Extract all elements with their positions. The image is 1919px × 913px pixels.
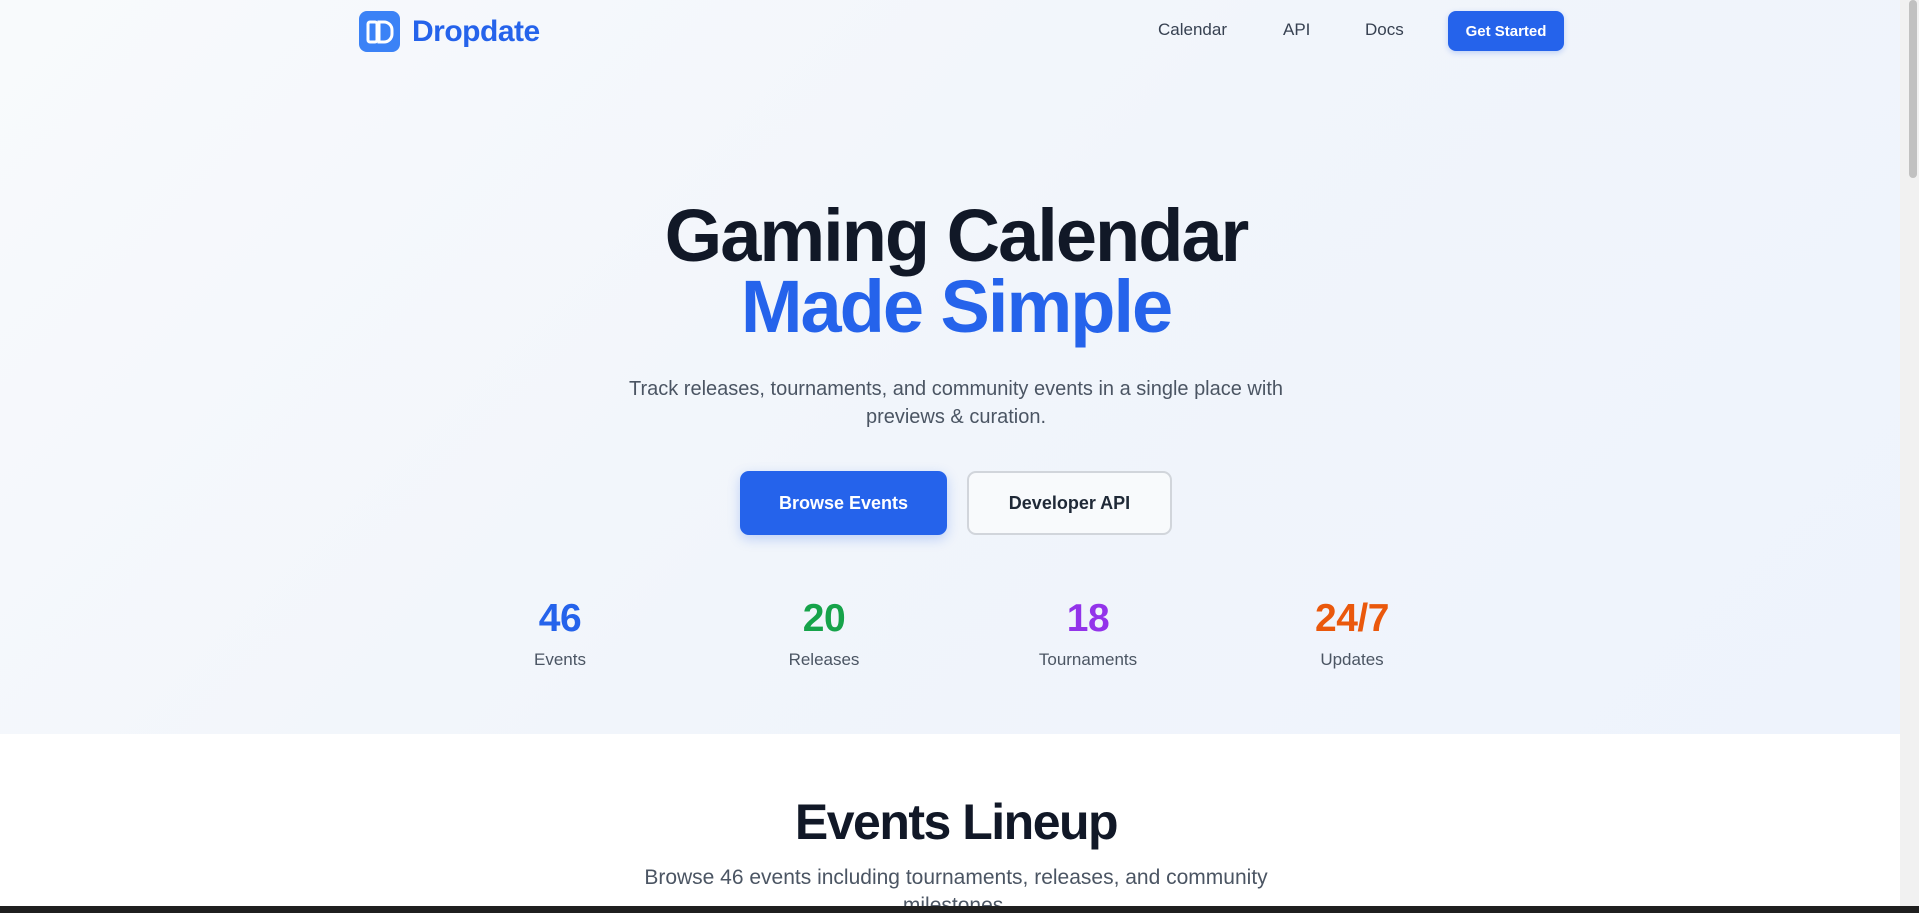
hero-subtitle: Track releases, tournaments, and communi…	[628, 378, 1283, 428]
nav-link-docs[interactable]: Docs	[1365, 20, 1404, 40]
stat-label: Events	[534, 650, 586, 669]
stat-updates: 24/7 Updates	[1262, 596, 1442, 670]
hero-title-highlight: Made Simple	[740, 265, 1173, 348]
browse-events-button[interactable]: Browse Events	[740, 471, 947, 535]
stat-events: 46 Events	[470, 596, 650, 670]
scrollbar-thumb[interactable]	[1909, 0, 1917, 178]
hero-background	[0, 0, 1900, 734]
stat-label: Tournaments	[1038, 650, 1138, 669]
stat-value: 18	[1066, 597, 1110, 640]
stat-label: Updates	[1320, 650, 1384, 669]
events-section-subtitle: Browse 46 events including tournaments, …	[644, 866, 1268, 906]
page: Dropdate Calendar API Docs Get Started G…	[0, 0, 1900, 906]
stat-label: Releases	[788, 650, 860, 669]
top-navigation: Dropdate Calendar API Docs Get Started	[0, 0, 1900, 62]
stat-tournaments: 18 Tournaments	[998, 596, 1178, 670]
dropdate-logo-icon	[359, 11, 400, 52]
stat-value: 24/7	[1315, 597, 1389, 640]
bottom-edge-bar	[0, 906, 1919, 913]
logo-text: Dropdate	[412, 14, 540, 48]
stat-releases: 20 Releases	[734, 596, 914, 670]
stat-value: 46	[538, 597, 582, 640]
events-section-title: Events Lineup	[794, 794, 1119, 850]
stat-value: 20	[802, 597, 846, 640]
logo[interactable]: Dropdate	[359, 11, 540, 52]
developer-api-button[interactable]: Developer API	[967, 471, 1172, 535]
hero-title: Gaming Calendar	[664, 194, 1250, 277]
get-started-button[interactable]: Get Started	[1448, 11, 1564, 51]
nav-link-api[interactable]: API	[1283, 20, 1310, 40]
nav-link-calendar[interactable]: Calendar	[1158, 20, 1227, 40]
